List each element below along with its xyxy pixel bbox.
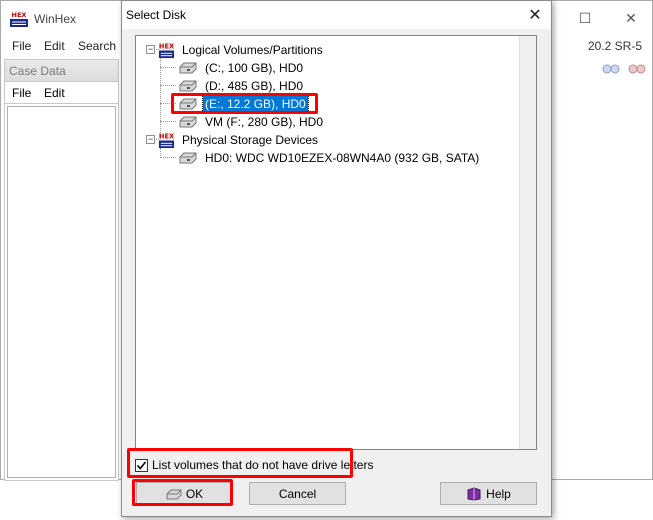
tree-item-label: (D:, 485 GB), HD0 [205,79,304,93]
close-icon[interactable]: ✕ [525,5,545,25]
help-button[interactable]: Help [440,482,537,505]
case-data-panel: Case Data File Edit [4,59,119,481]
menu-file[interactable]: File [12,39,31,53]
case-menu-edit[interactable]: Edit [44,86,65,100]
ok-button-label: OK [185,486,204,501]
svg-text:HEX: HEX [12,11,27,19]
tree-item-hd0[interactable]: HD0: WDC WD10EZEX-08WN4A0 (932 GB, SATA) [178,149,481,167]
list-volumes-checkbox[interactable] [135,458,148,472]
tree-item-volume-f[interactable]: VM (F:, 280 GB), HD0 [178,113,325,131]
hex-drive-group-icon: HEX [159,42,174,58]
svg-text:HEX: HEX [159,42,174,50]
help-button-label: Help [486,486,511,501]
hard-drive-icon [179,62,197,74]
winhex-title: WinHex [34,12,77,26]
tree-item-label: VM (F:, 280 GB), HD0 [205,115,324,129]
cancel-button[interactable]: Cancel [249,482,346,505]
disk-tree[interactable]: − HEX Logical Volumes/Partitions (C:, 10… [135,35,537,450]
menu-edit[interactable]: Edit [44,39,65,53]
hard-drive-icon [179,152,197,164]
hex-drive-group-icon: HEX [159,132,174,148]
tree-vertical-scrollbar[interactable] [519,36,536,449]
tree-connector [160,67,176,68]
tree-group-physical-devices[interactable]: HEX Physical Storage Devices [158,131,320,149]
tree-connector [160,103,176,104]
help-book-icon [467,486,481,501]
tree-item-label: (C:, 100 GB), HD0 [205,61,304,75]
dialog-title: Select Disk [126,8,187,22]
tree-connector [160,85,176,86]
tree-item-label: (E:, 12.2 GB), HD0 [202,95,309,113]
dialog-titlebar: Select Disk ✕ [122,1,551,29]
hard-drive-icon [166,489,182,499]
hard-drive-icon [179,116,197,128]
tree-item-label: HD0: WDC WD10EZEX-08WN4A0 (932 GB, SATA) [205,151,480,165]
svg-text:HEX: HEX [159,132,174,140]
checkmark-icon [136,461,147,470]
hard-drive-icon [179,98,197,110]
tree-connector [160,121,176,122]
tree-group-label: Logical Volumes/Partitions [182,43,323,57]
list-volumes-label: List volumes that do not have drive lett… [152,458,374,472]
case-data-menu: File Edit [5,82,118,104]
ok-button[interactable]: OK [136,482,233,505]
find-hex-icon[interactable] [626,57,648,79]
tree-item-volume-c[interactable]: (C:, 100 GB), HD0 [178,59,305,77]
close-icon[interactable]: ✕ [608,1,653,35]
case-menu-file[interactable]: File [12,86,31,100]
select-disk-dialog: Select Disk ✕ − HEX Logical Volumes/Part… [121,0,552,517]
winhex-toolbar [600,57,648,79]
tree-item-volume-d[interactable]: (D:, 485 GB), HD0 [178,77,305,95]
find-text-icon[interactable] [600,57,622,79]
hard-drive-icon [179,80,197,92]
tree-group-label: Physical Storage Devices [182,133,319,147]
collapse-toggle-logical-volumes[interactable]: − [146,45,155,54]
maximize-icon[interactable]: ☐ [562,1,608,35]
list-volumes-option[interactable]: List volumes that do not have drive lett… [135,457,373,473]
version-label: 20.2 SR-5 [587,39,642,53]
menu-search[interactable]: Search [78,39,116,53]
tree-item-volume-e[interactable]: (E:, 12.2 GB), HD0 [178,95,309,113]
tree-group-logical-volumes[interactable]: HEX Logical Volumes/Partitions [158,41,325,59]
case-data-tree[interactable] [7,106,116,478]
tree-connector [160,157,176,158]
case-data-title: Case Data [9,64,66,78]
tree-connector [160,58,161,139]
winhex-logo-icon: HEX [10,11,28,27]
collapse-toggle-physical-devices[interactable]: − [146,135,155,144]
cancel-button-label: Cancel [278,486,317,501]
case-data-header: Case Data [5,60,118,82]
